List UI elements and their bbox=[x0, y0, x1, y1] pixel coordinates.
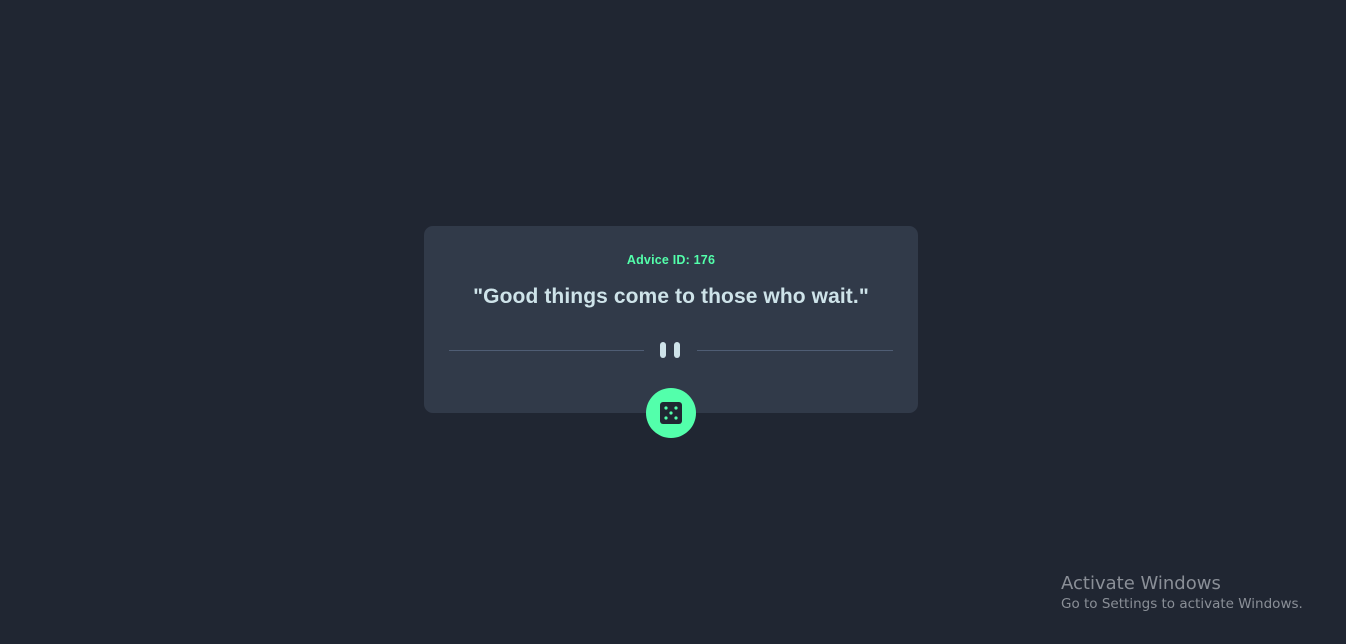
advice-quote: "Good things come to those who wait." bbox=[473, 285, 869, 308]
activate-windows-watermark: Activate Windows Go to Settings to activ… bbox=[1061, 573, 1303, 612]
watermark-subtitle: Go to Settings to activate Windows. bbox=[1061, 596, 1303, 612]
divider-line-right bbox=[697, 350, 893, 351]
dice-icon bbox=[660, 402, 682, 424]
divider bbox=[449, 341, 893, 359]
watermark-title: Activate Windows bbox=[1061, 573, 1221, 594]
advice-id-label: Advice ID: 176 bbox=[626, 253, 716, 267]
pause-bar-left bbox=[660, 342, 666, 358]
pause-bar-right bbox=[674, 342, 680, 358]
new-advice-button[interactable] bbox=[646, 388, 696, 438]
divider-line-left bbox=[449, 350, 644, 351]
advice-card: Advice ID: 176 "Good things come to thos… bbox=[424, 226, 918, 413]
pause-icon bbox=[660, 342, 682, 358]
